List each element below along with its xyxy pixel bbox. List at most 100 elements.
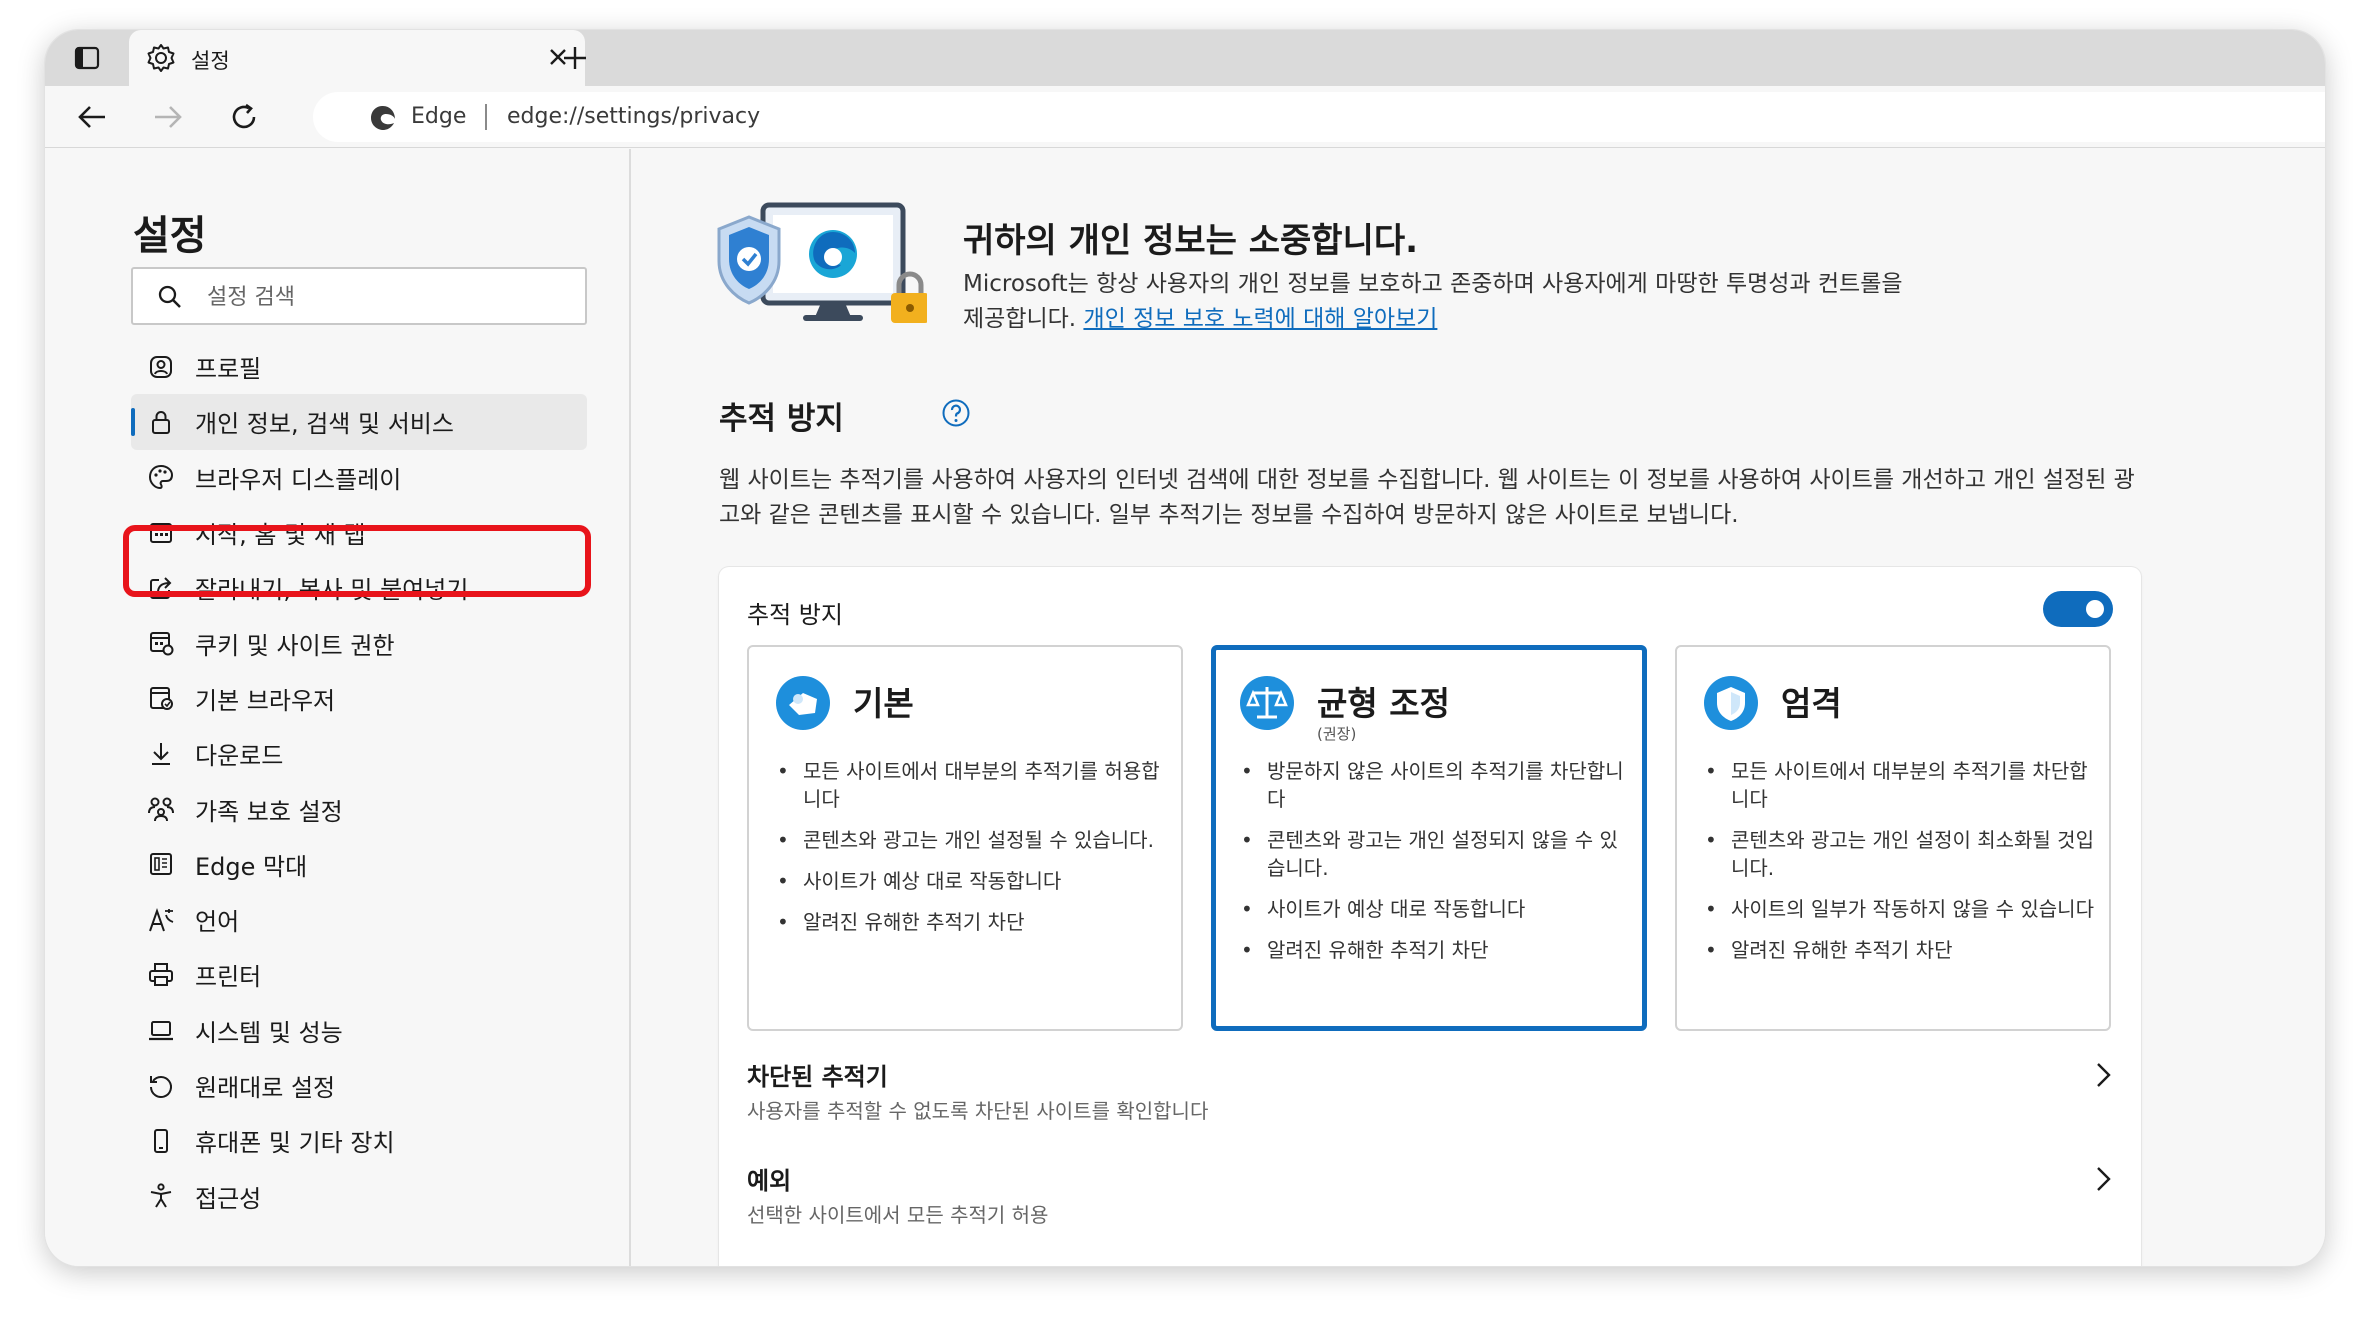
row-title: 예외 (747, 1167, 792, 1195)
tracking-prevention-card: 추적 방지 기본 모든 사이트에서 대부분의 추적기를 허용합니다 콘텐츠와 광… (719, 567, 2141, 1266)
sidebar-item-reset[interactable]: 원래대로 설정 (121, 1058, 621, 1113)
shield-icon (1704, 676, 1758, 730)
hero-text: Microsoft는 항상 사용자의 개인 정보를 보호하고 존중하며 사용자에… (963, 267, 1923, 337)
language-icon (145, 904, 177, 936)
sidebar-item-label: 기본 브라우저 (195, 686, 336, 715)
laptop-icon (145, 1014, 177, 1046)
gear-icon (147, 44, 175, 72)
site-identity-label: Edge (411, 104, 467, 129)
sidebar-item-label: 원래대로 설정 (195, 1074, 336, 1102)
sidebar-item-appearance[interactable]: 브라우저 디스플레이 (121, 450, 621, 505)
option-strict[interactable]: 엄격 모든 사이트에서 대부분의 추적기를 차단합니다 콘텐츠와 광고는 개인 … (1675, 645, 2111, 1031)
sidebar-item-label: 다운로드 (195, 742, 284, 771)
tracking-section-title: 추적 방지 (719, 401, 844, 437)
sidebar-title: 설정 (133, 213, 207, 259)
sidebar-item-label: 가족 보호 설정 (195, 797, 343, 826)
sidebar-item-label: 개인 정보, 검색 및 서비스 (195, 410, 454, 439)
sidebar-item-default-browser[interactable]: 기본 브라우저 (121, 671, 621, 726)
option-bullet: 콘텐츠와 광고는 개인 설정되지 않을 수 있습니다. (1241, 826, 1631, 882)
printer-icon (145, 959, 177, 991)
option-bullets: 모든 사이트에서 대부분의 추적기를 차단합니다 콘텐츠와 광고는 개인 설정이… (1705, 757, 2095, 977)
sidebar-item-edge-bar[interactable]: Edge 막대 (121, 837, 621, 892)
option-bullet: 사이트의 일부가 작동하지 않을 수 있습니다 (1705, 895, 2095, 923)
option-bullet: 사이트가 예상 대로 작동합니다 (777, 867, 1167, 895)
highlight-annotation-box (123, 525, 591, 597)
sidebar-item-system[interactable]: 시스템 및 성능 (121, 1003, 621, 1058)
browser-icon (145, 682, 177, 714)
lock-icon (145, 406, 177, 438)
sidebar-item-languages[interactable]: 언어 (121, 892, 621, 947)
sidebar-item-accessibility[interactable]: 접근성 (121, 1168, 621, 1223)
sidebar-item-profile[interactable]: 프로필 (121, 339, 621, 394)
blocked-trackers-row[interactable]: 차단된 추적기 사용자를 추적할 수 없도록 차단된 사이트를 확인합니다 (747, 1057, 2113, 1137)
option-bullet: 사이트가 예상 대로 작동합니다 (1241, 895, 1631, 923)
tracking-description: 웹 사이트는 추적기를 사용하여 사용자의 인터넷 검색에 대한 정보를 수집합… (719, 467, 2135, 528)
download-icon (145, 738, 177, 770)
address-toolbar: Edge edge://settings/privacy (45, 86, 2325, 148)
option-bullet: 모든 사이트에서 대부분의 추적기를 허용합니다 (777, 757, 1167, 813)
back-button[interactable] (73, 98, 111, 136)
option-bullet: 모든 사이트에서 대부분의 추적기를 차단합니다 (1705, 757, 2095, 813)
chevron-right-icon (2097, 1167, 2111, 1191)
url-text[interactable]: edge://settings/privacy (507, 104, 760, 129)
sidebar-item-printers[interactable]: 프린터 (121, 947, 621, 1002)
option-bullet: 알려진 유해한 추적기 차단 (777, 908, 1167, 936)
sidebar-item-cookies[interactable]: 쿠키 및 사이트 권한 (121, 615, 621, 670)
row-description: 선택한 사이트에서 모든 추적기 허용 (747, 1203, 1049, 1227)
tracking-prevention-toggle[interactable] (2043, 591, 2113, 627)
phone-icon (145, 1125, 177, 1157)
settings-search-input[interactable] (207, 281, 567, 313)
settings-nav: 프로필 개인 정보, 검색 및 서비스 브라우저 디스플레이 시작, 홈 및 새… (121, 339, 621, 1224)
refresh-button[interactable] (225, 98, 263, 136)
bar-icon (145, 848, 177, 880)
settings-main: 귀하의 개인 정보는 소중합니다. Microsoft는 항상 사용자의 개인 … (633, 149, 2325, 1266)
option-title: 엄격 (1781, 684, 1842, 723)
reset-icon (145, 1070, 177, 1102)
option-bullet: 콘텐츠와 광고는 개인 설정이 최소화될 것입니다. (1705, 826, 2095, 882)
forward-button[interactable] (149, 98, 187, 136)
address-separator (485, 104, 487, 130)
option-bullets: 모든 사이트에서 대부분의 추적기를 허용합니다 콘텐츠와 광고는 개인 설정될… (777, 757, 1167, 949)
exceptions-row[interactable]: 예외 선택한 사이트에서 모든 추적기 허용 (747, 1161, 2113, 1241)
option-title: 기본 (853, 684, 914, 723)
option-basic[interactable]: 기본 모든 사이트에서 대부분의 추적기를 허용합니다 콘텐츠와 광고는 개인 … (747, 645, 1183, 1031)
settings-search-box[interactable] (131, 267, 587, 325)
arrow-left-icon (78, 106, 105, 128)
settings-sidebar: 설정 프로필 개인 정보, 검색 및 서비스 브라우저 디스플레이 시작, 홈 … (45, 149, 631, 1266)
basic-tracker-icon (776, 676, 830, 730)
sidebar-item-label: 프린터 (195, 963, 262, 992)
sidebar-item-downloads[interactable]: 다운로드 (121, 726, 621, 781)
sidebar-item-label: Edge 막대 (195, 852, 308, 881)
option-bullet: 콘텐츠와 광고는 개인 설정될 수 있습니다. (777, 826, 1167, 854)
plus-icon (564, 47, 586, 69)
help-icon[interactable] (941, 398, 971, 428)
edge-logo-icon (371, 106, 395, 130)
tab-strip: 설정 (45, 30, 2325, 86)
privacy-learn-more-link[interactable]: 개인 정보 보호 노력에 대해 알아보기 (1083, 306, 1437, 332)
option-subtitle: (권장) (1317, 725, 1357, 743)
tab-actions-button[interactable] (69, 40, 105, 76)
new-tab-button[interactable] (557, 40, 593, 76)
sidebar-item-label: 휴대폰 및 기타 장치 (195, 1129, 395, 1158)
accessibility-icon (145, 1180, 177, 1212)
palette-icon (145, 461, 177, 493)
tab-settings[interactable]: 설정 (129, 30, 585, 86)
sidebar-item-label: 프로필 (195, 355, 262, 384)
row-description: 사용자를 추적할 수 없도록 차단된 사이트를 확인합니다 (747, 1099, 1209, 1123)
option-balanced[interactable]: 균형 조정 (권장) 방문하지 않은 사이트의 추적기를 차단합니다 콘텐츠와 … (1211, 645, 1647, 1031)
sidebar-item-privacy[interactable]: 개인 정보, 검색 및 서비스 (131, 394, 587, 450)
tab-title: 설정 (191, 49, 230, 73)
arrow-right-icon (155, 106, 182, 128)
sidebar-item-label: 시스템 및 성능 (195, 1018, 343, 1047)
sidebar-item-family[interactable]: 가족 보호 설정 (121, 781, 621, 836)
sidebar-item-phone[interactable]: 휴대폰 및 기타 장치 (121, 1113, 621, 1168)
sidebar-item-label: 언어 (195, 908, 240, 937)
family-icon (145, 793, 177, 825)
hero-title: 귀하의 개인 정보는 소중합니다. (963, 221, 1419, 261)
tab-actions-icon (74, 46, 100, 70)
search-icon (158, 285, 181, 308)
privacy-illustration-icon (717, 202, 927, 323)
balance-scale-icon (1240, 676, 1294, 730)
address-bar[interactable]: Edge edge://settings/privacy (313, 92, 2325, 142)
sidebar-item-label: 브라우저 디스플레이 (195, 465, 402, 494)
